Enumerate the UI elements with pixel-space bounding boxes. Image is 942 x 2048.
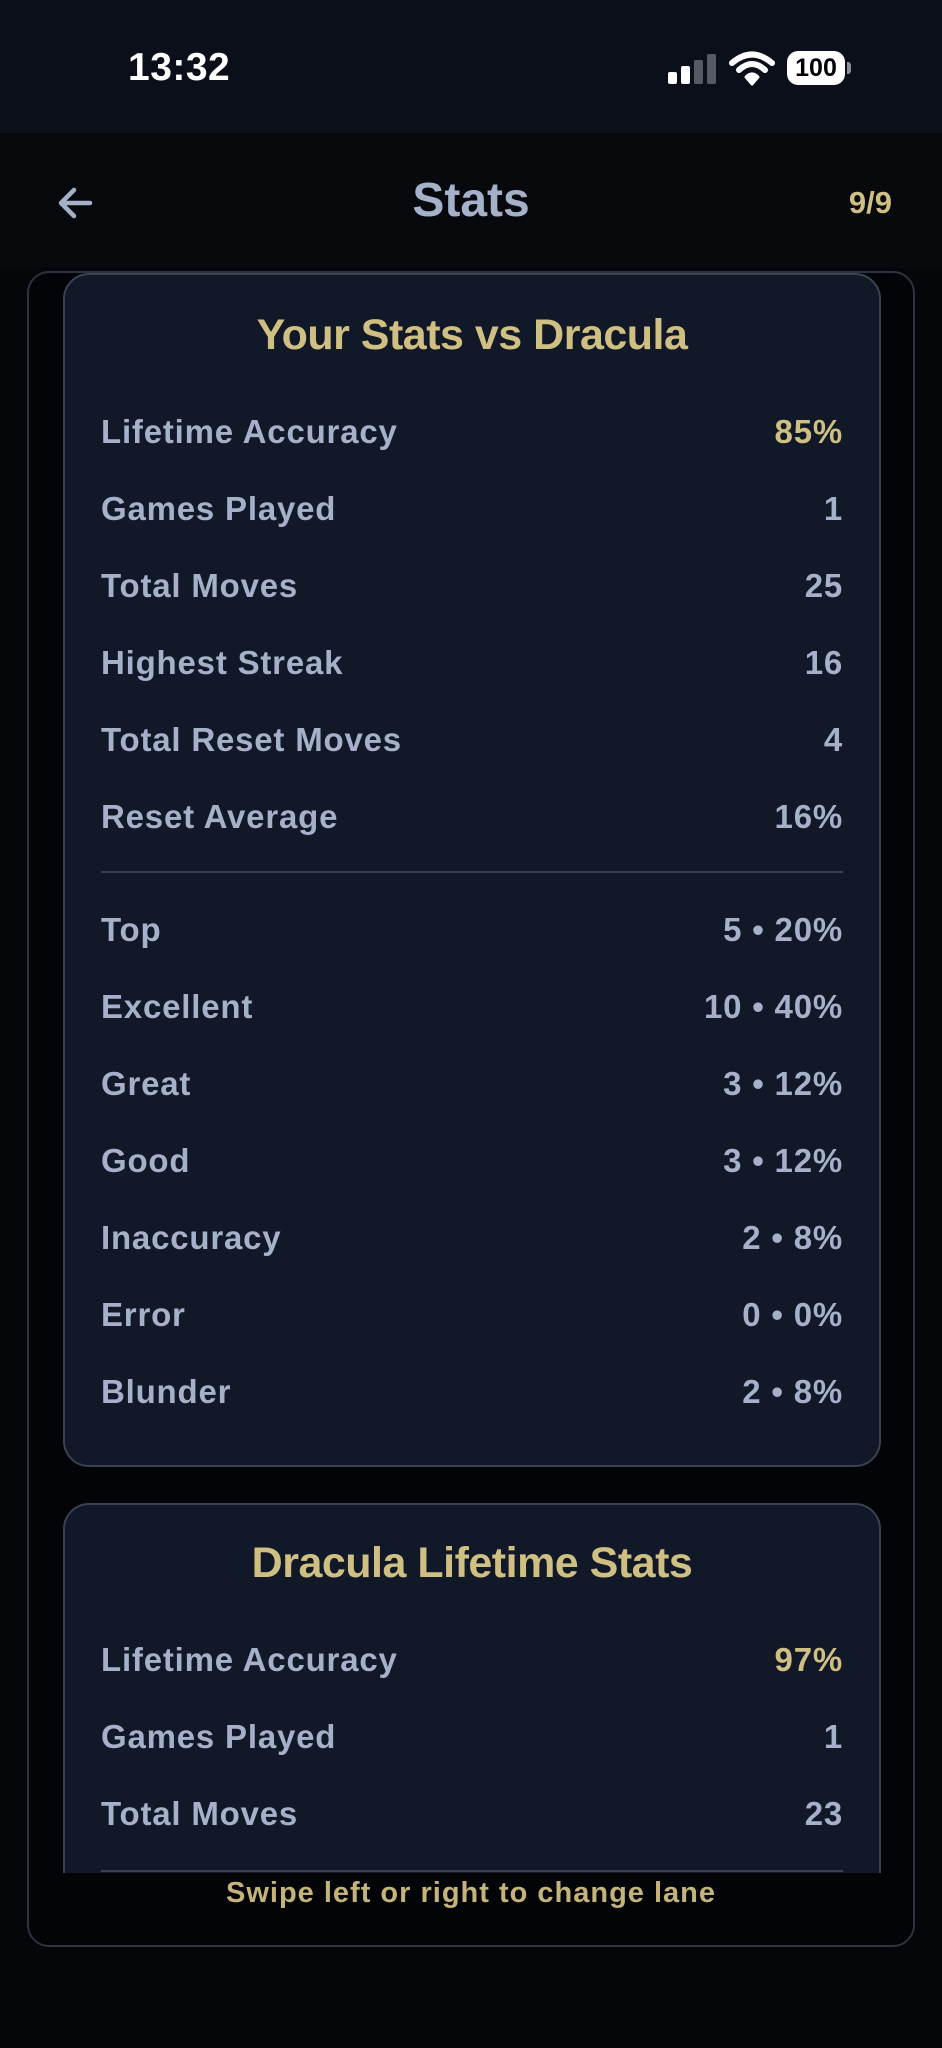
lane-counter: 9/9 — [848, 185, 892, 220]
battery-level: 100 — [787, 51, 845, 85]
stat-row-good: Good 3 • 12% — [101, 1142, 843, 1192]
stat-label: Good — [101, 1142, 191, 1179]
stat-value: 3 • 12% — [723, 1142, 843, 1179]
stat-value: 10 • 40% — [703, 988, 843, 1025]
stat-row-inaccuracy: Inaccuracy 2 • 8% — [101, 1219, 843, 1269]
stats-scroll-area[interactable]: Your Stats vs Dracula Lifetime Accuracy … — [29, 273, 913, 1873]
stat-row-games-played: Games Played 1 — [101, 1718, 843, 1768]
stat-value: 0 • 0% — [742, 1296, 843, 1333]
stat-label: Total Reset Moves — [101, 721, 402, 758]
stat-label: Great — [101, 1065, 192, 1102]
stat-value: 97% — [774, 1641, 843, 1678]
stat-value: 4 — [823, 721, 843, 758]
stat-label: Inaccuracy — [101, 1219, 282, 1256]
stat-row-lifetime-accuracy: Lifetime Accuracy 85% — [101, 413, 843, 463]
stat-label: Games Played — [101, 1718, 337, 1755]
stat-row-total-moves: Total Moves 23 — [101, 1795, 843, 1845]
card-title: Dracula Lifetime Stats — [251, 1539, 693, 1587]
page-title: Stats — [412, 174, 530, 227]
stat-value: 85% — [774, 413, 843, 450]
lane-container[interactable]: Your Stats vs Dracula Lifetime Accuracy … — [27, 271, 915, 1947]
stat-label: Total Moves — [101, 1795, 299, 1832]
stat-row-error: Error 0 • 0% — [101, 1296, 843, 1346]
stat-value: 2 • 8% — [742, 1219, 843, 1256]
stat-value: 3 • 12% — [723, 1065, 843, 1102]
divider — [101, 871, 843, 873]
stat-row-total-reset-moves: Total Reset Moves 4 — [101, 721, 843, 771]
stat-row-highest-streak: Highest Streak 16 — [101, 644, 843, 694]
status-time: 13:32 — [128, 46, 231, 89]
stat-value: 1 — [823, 1718, 843, 1755]
stat-value: 16 — [804, 644, 843, 681]
stat-label: Blunder — [101, 1373, 232, 1410]
stat-label: Total Moves — [101, 567, 299, 604]
swipe-hint: Swipe left or right to change lane — [29, 1873, 913, 1945]
stat-row-top: Top 5 • 20% — [101, 911, 843, 961]
stat-row-great: Great 3 • 12% — [101, 1065, 843, 1115]
stat-label: Highest Streak — [101, 644, 344, 681]
status-bar: 13:32 100 — [0, 0, 942, 133]
stat-row-lifetime-accuracy: Lifetime Accuracy 97% — [101, 1641, 843, 1691]
stat-label: Excellent — [101, 988, 254, 1025]
wifi-icon — [728, 50, 776, 86]
stat-value: 2 • 8% — [742, 1373, 843, 1410]
stat-row-total-moves: Total Moves 25 — [101, 567, 843, 617]
stat-label: Lifetime Accuracy — [101, 413, 398, 450]
stat-row-blunder: Blunder 2 • 8% — [101, 1373, 843, 1423]
player-stats-card: Your Stats vs Dracula Lifetime Accuracy … — [63, 273, 881, 1467]
header: Stats 9/9 — [0, 133, 942, 268]
stat-value: 5 • 20% — [723, 911, 843, 948]
stat-value: 23 — [804, 1795, 843, 1832]
stat-label: Top — [101, 911, 162, 948]
cellular-signal-icon — [668, 54, 716, 84]
stat-label: Error — [101, 1296, 186, 1333]
stat-label: Reset Average — [101, 798, 339, 835]
opponent-stats-card: Dracula Lifetime Stats Lifetime Accuracy… — [63, 1503, 881, 1873]
stat-row-excellent: Excellent 10 • 40% — [101, 988, 843, 1038]
stat-label: Lifetime Accuracy — [101, 1641, 398, 1678]
stat-value: 1 — [823, 490, 843, 527]
stat-row-reset-average: Reset Average 16% — [101, 798, 843, 848]
card-title: Your Stats vs Dracula — [256, 311, 688, 359]
stat-row-games-played: Games Played 1 — [101, 490, 843, 540]
stat-value: 25 — [804, 567, 843, 604]
stat-label: Games Played — [101, 490, 337, 527]
stat-value: 16% — [774, 798, 843, 835]
battery-icon: 100 — [787, 51, 851, 87]
divider — [101, 1870, 843, 1872]
stats-screen: 13:32 100 Stats 9/9 Your Stats vs Dracul… — [0, 0, 942, 2048]
